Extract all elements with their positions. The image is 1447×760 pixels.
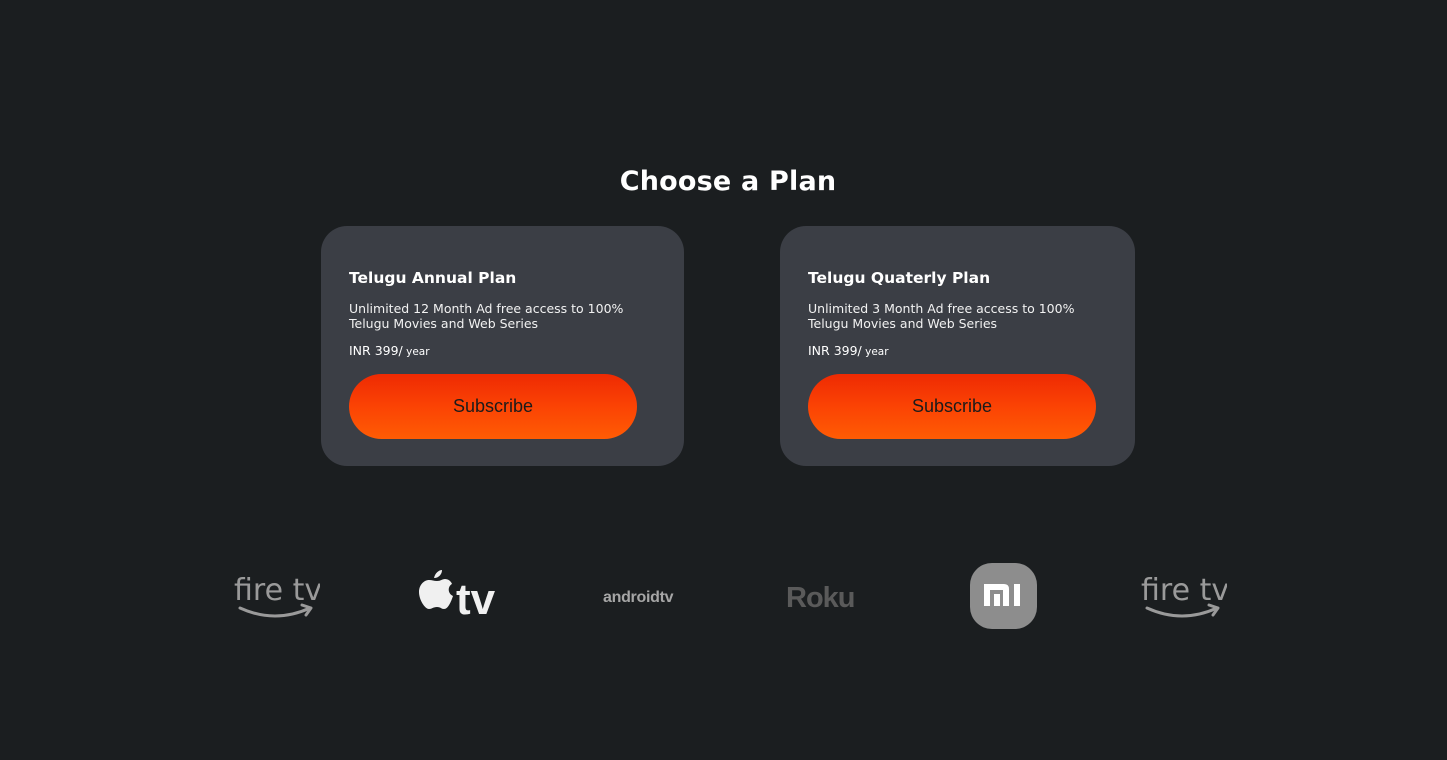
price-period: year xyxy=(402,346,430,358)
firetv-logo-text: fire tv xyxy=(234,573,320,608)
plan-card-quarterly: Telugu Quaterly Plan Unlimited 3 Month A… xyxy=(780,226,1135,466)
subscribe-button-quarterly[interactable]: Subscribe xyxy=(808,374,1096,439)
supported-devices: fire tv tv androidtv Roku fire tv xyxy=(0,560,1447,632)
firetv-logo-icon: fire tv xyxy=(1141,573,1227,618)
plan-price: INR 399/ year xyxy=(808,343,1107,360)
plan-card-annual: Telugu Annual Plan Unlimited 12 Month Ad… xyxy=(321,226,684,466)
androidtv-logo-icon: androidtv xyxy=(603,589,674,606)
firetv-logo-icon: fire tv xyxy=(234,573,320,618)
plan-description: Unlimited 12 Month Ad free access to 100… xyxy=(349,301,624,331)
plan-price: INR 399/ year xyxy=(349,343,656,360)
roku-logo-icon: Roku xyxy=(786,582,856,614)
price-period: year xyxy=(861,346,889,358)
appletv-logo-text: tv xyxy=(456,575,496,624)
price-amount: INR 399/ xyxy=(808,343,862,358)
page-title: Choose a Plan xyxy=(619,166,837,197)
subscribe-button-annual[interactable]: Subscribe xyxy=(349,374,637,439)
androidtv-logo-text: androidtv xyxy=(603,589,674,606)
mi-logo-icon xyxy=(970,563,1037,629)
appletv-logo-icon: tv xyxy=(419,570,496,624)
plan-name: Telugu Quaterly Plan xyxy=(808,269,991,287)
roku-logo-text: Roku xyxy=(786,582,855,614)
plan-description: Unlimited 3 Month Ad free access to 100%… xyxy=(808,301,1075,331)
price-amount: INR 399/ xyxy=(349,343,403,358)
firetv-logo-text: fire tv xyxy=(1141,573,1227,608)
plan-name: Telugu Annual Plan xyxy=(349,269,517,287)
plans-page: Choose a Plan Telugu Annual Plan Unlimit… xyxy=(0,0,1447,760)
